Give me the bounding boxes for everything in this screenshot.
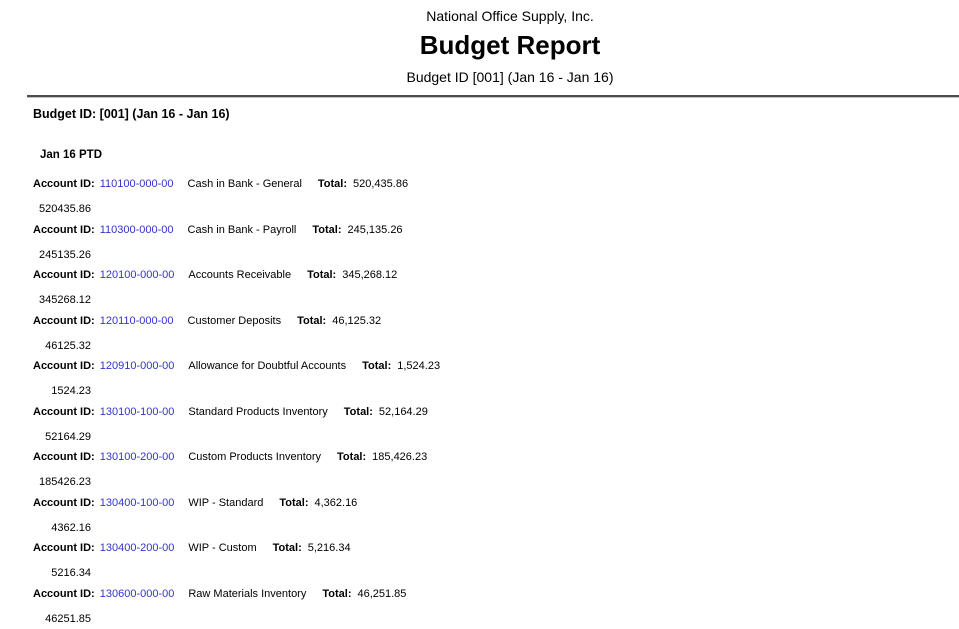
- account-name: Cash in Bank - General: [188, 178, 302, 191]
- account-id-link[interactable]: 130100-100-00: [100, 406, 175, 419]
- section-title: Budget ID: [001] (Jan 16 - Jan 16): [33, 107, 959, 122]
- total-value: 1,524.23: [397, 360, 440, 373]
- account-id-link[interactable]: 110100-000-00: [100, 178, 174, 191]
- total-label: Total:: [362, 360, 391, 373]
- account-id-link[interactable]: 130100-200-00: [100, 451, 175, 464]
- total-label: Total:: [337, 451, 366, 464]
- total-value: 345,268.12: [342, 269, 397, 282]
- account-id-link[interactable]: 130400-100-00: [100, 497, 175, 510]
- account-block: Account ID: 120910-000-00 Allowance for …: [33, 360, 959, 398]
- account-id-label: Account ID:: [33, 451, 95, 464]
- ptd-amount: 4362.16: [33, 522, 91, 535]
- total-label: Total:: [312, 224, 341, 237]
- account-line: Account ID: 130100-100-00 Standard Produ…: [33, 406, 959, 419]
- accounts-list: Account ID: 110100-000-00 Cash in Bank -…: [0, 178, 959, 626]
- total-label: Total:: [322, 588, 351, 601]
- total-value: 4,362.16: [314, 497, 357, 510]
- total-label: Total:: [344, 406, 373, 419]
- account-id-link[interactable]: 110300-000-00: [100, 224, 174, 237]
- account-id-link[interactable]: 130600-000-00: [100, 588, 175, 601]
- account-line: Account ID: 130600-000-00 Raw Materials …: [33, 588, 959, 601]
- ptd-amount: 52164.29: [33, 431, 91, 444]
- account-name: Accounts Receivable: [188, 269, 291, 282]
- ptd-amount: 5216.34: [33, 567, 91, 580]
- total-value: 46,125.32: [332, 315, 381, 328]
- account-line: Account ID: 120100-000-00 Accounts Recei…: [33, 269, 959, 282]
- account-block: Account ID: 110300-000-00 Cash in Bank -…: [33, 224, 959, 262]
- account-id-label: Account ID:: [33, 315, 95, 328]
- total-label: Total:: [273, 542, 302, 555]
- account-id-label: Account ID:: [33, 406, 95, 419]
- account-block: Account ID: 110100-000-00 Cash in Bank -…: [33, 178, 959, 216]
- account-line: Account ID: 130100-200-00 Custom Product…: [33, 451, 959, 464]
- account-block: Account ID: 130400-200-00 WIP - Custom T…: [33, 542, 959, 580]
- account-id-link[interactable]: 120910-000-00: [100, 360, 175, 373]
- account-block: Account ID: 120100-000-00 Accounts Recei…: [33, 269, 959, 307]
- account-block: Account ID: 130400-100-00 WIP - Standard…: [33, 497, 959, 535]
- account-line: Account ID: 110300-000-00 Cash in Bank -…: [33, 224, 959, 237]
- account-line: Account ID: 130400-200-00 WIP - Custom T…: [33, 542, 959, 555]
- account-name: Standard Products Inventory: [188, 406, 327, 419]
- account-id-link[interactable]: 130400-200-00: [100, 542, 175, 555]
- total-value: 520,435.86: [353, 178, 408, 191]
- account-id-label: Account ID:: [33, 224, 95, 237]
- account-name: WIP - Standard: [188, 497, 263, 510]
- account-name: Cash in Bank - Payroll: [188, 224, 297, 237]
- total-value: 185,426.23: [372, 451, 427, 464]
- account-id-label: Account ID:: [33, 269, 95, 282]
- account-id-label: Account ID:: [33, 497, 95, 510]
- total-label: Total:: [297, 315, 326, 328]
- total-label: Total:: [307, 269, 336, 282]
- total-value: 52,164.29: [379, 406, 428, 419]
- total-label: Total:: [279, 497, 308, 510]
- account-id-link[interactable]: 120110-000-00: [100, 315, 174, 328]
- account-name: Allowance for Doubtful Accounts: [188, 360, 346, 373]
- account-block: Account ID: 130600-000-00 Raw Materials …: [33, 588, 959, 626]
- account-line: Account ID: 130400-100-00 WIP - Standard…: [33, 497, 959, 510]
- account-id-label: Account ID:: [33, 360, 95, 373]
- ptd-amount: 345268.12: [33, 294, 91, 307]
- report-title: Budget Report: [61, 30, 959, 60]
- account-block: Account ID: 120110-000-00 Customer Depos…: [33, 315, 959, 353]
- period-column-header: Jan 16 PTD: [40, 149, 959, 162]
- ptd-amount: 46251.85: [33, 613, 91, 626]
- account-id-link[interactable]: 120100-000-00: [100, 269, 175, 282]
- account-line: Account ID: 120910-000-00 Allowance for …: [33, 360, 959, 373]
- account-name: Customer Deposits: [188, 315, 282, 328]
- total-value: 5,216.34: [308, 542, 351, 555]
- account-name: WIP - Custom: [188, 542, 256, 555]
- account-id-label: Account ID:: [33, 178, 95, 191]
- report-subtitle: Budget ID [001] (Jan 16 - Jan 16): [61, 69, 959, 85]
- ptd-amount: 520435.86: [33, 203, 91, 216]
- account-block: Account ID: 130100-100-00 Standard Produ…: [33, 406, 959, 444]
- report-header: National Office Supply, Inc. Budget Repo…: [0, 8, 959, 85]
- ptd-amount: 245135.26: [33, 249, 91, 262]
- ptd-amount: 1524.23: [33, 385, 91, 398]
- account-name: Custom Products Inventory: [188, 451, 321, 464]
- total-label: Total:: [318, 178, 347, 191]
- ptd-amount: 185426.23: [33, 476, 91, 489]
- account-name: Raw Materials Inventory: [188, 588, 306, 601]
- ptd-amount: 46125.32: [33, 340, 91, 353]
- company-name: National Office Supply, Inc.: [61, 8, 959, 24]
- total-value: 46,251.85: [357, 588, 406, 601]
- account-block: Account ID: 130100-200-00 Custom Product…: [33, 451, 959, 489]
- account-id-label: Account ID:: [33, 542, 95, 555]
- account-id-label: Account ID:: [33, 588, 95, 601]
- budget-report-page: National Office Supply, Inc. Budget Repo…: [0, 8, 959, 629]
- account-line: Account ID: 120110-000-00 Customer Depos…: [33, 315, 959, 328]
- total-value: 245,135.26: [348, 224, 403, 237]
- header-divider-rule: [27, 95, 959, 98]
- account-line: Account ID: 110100-000-00 Cash in Bank -…: [33, 178, 959, 191]
